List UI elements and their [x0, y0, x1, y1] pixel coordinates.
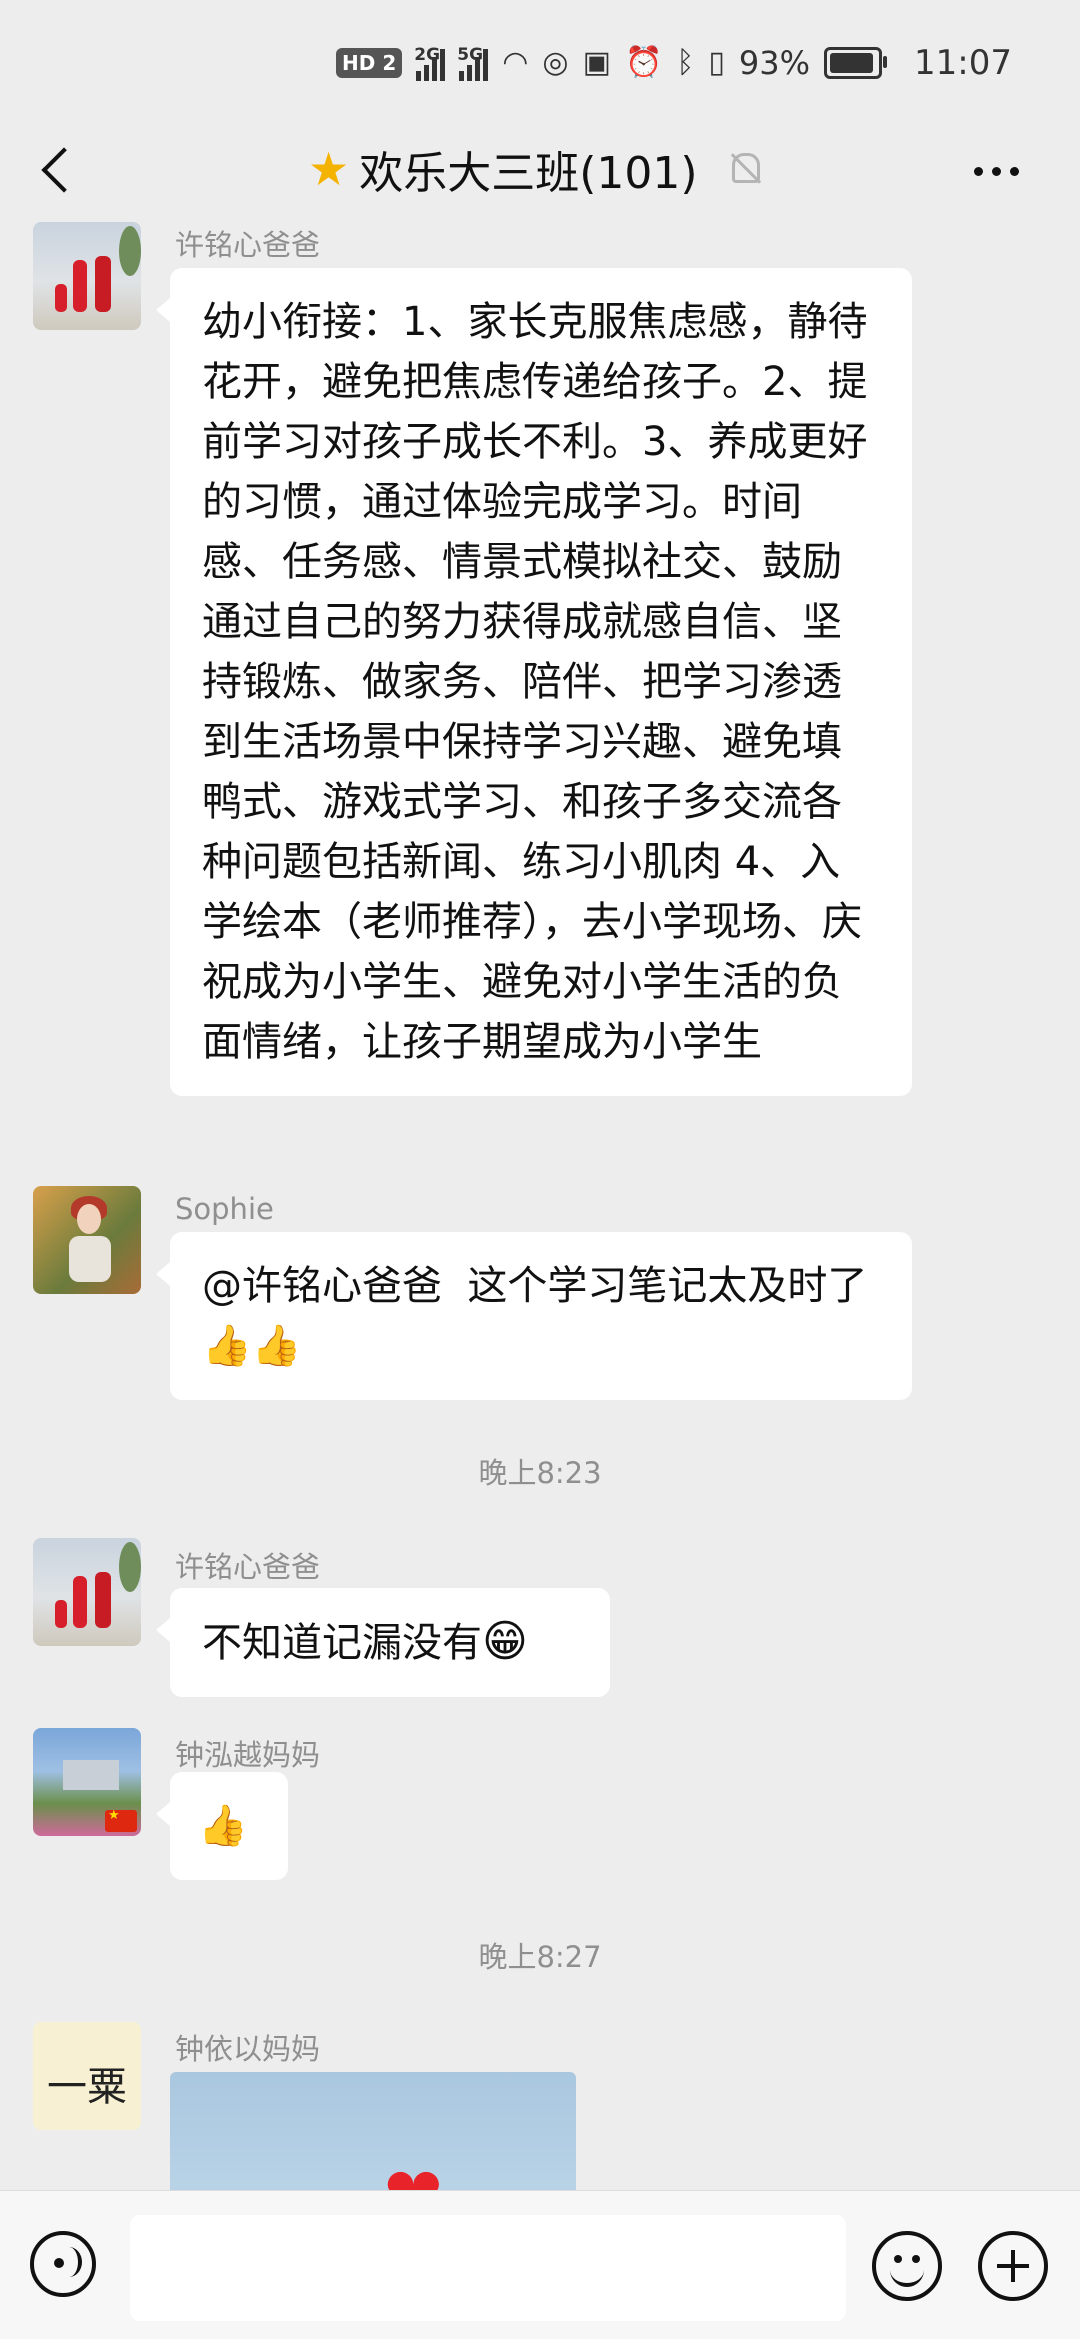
avatar-sunflower-photo[interactable]	[33, 1186, 141, 1294]
back-button[interactable]	[34, 142, 90, 198]
alarm-icon: ⏰	[624, 45, 663, 80]
vibrate-icon: ▯	[708, 45, 725, 80]
wifi-icon: ◠	[502, 45, 529, 80]
avatar-house-photo[interactable]	[33, 1728, 141, 1836]
avatar-calligraphy[interactable]: 一粟	[33, 2022, 141, 2130]
clock: 11:07	[913, 43, 1012, 83]
sender-name: 许铭心爸爸	[175, 1550, 321, 1584]
bluetooth-icon: ᛒ	[676, 45, 695, 80]
timestamp: 晚上8:27	[478, 1940, 602, 1974]
signal-2g-icon: 2G	[414, 45, 446, 81]
image-message[interactable]: ❤	[170, 2072, 576, 2192]
avatar-calligraphy-text: 一粟	[47, 2064, 127, 2110]
battery-fill	[829, 53, 873, 73]
message-text-content: @许铭心爸爸 这个学习笔记太及时了	[202, 1263, 868, 1309]
avatar-family-photo[interactable]	[33, 1538, 141, 1646]
mute-bell-icon	[726, 151, 762, 187]
signal-5g-label: 5G	[457, 45, 484, 65]
chat-title: 欢乐大三班(101)	[359, 148, 698, 199]
message-bubble[interactable]: 👍	[156, 1772, 288, 1880]
nfc-icon: ▣	[582, 45, 611, 80]
message-text: 👍	[170, 1772, 288, 1880]
message-bubble[interactable]: @许铭心爸爸 这个学习笔记太及时了 👍👍	[156, 1232, 912, 1400]
hd-badge: HD 2	[336, 48, 403, 78]
message-input[interactable]	[130, 2215, 846, 2321]
emoji-icon[interactable]	[872, 2231, 942, 2301]
chat-title-wrap: ★ 欢乐大三班(101)	[308, 136, 762, 202]
message-bubble[interactable]: 幼小衔接：1、家长克服焦虑感，静待花开，避免把焦虑传递给孩子。2、提前学习对孩子…	[156, 268, 912, 1096]
input-bar	[0, 2190, 1080, 2339]
status-bar: HD 2 2G 5G ◠ ◎ ▣ ⏰ ᛒ ▯ 93% 11:07	[0, 0, 1080, 120]
timestamp: 晚上8:23	[478, 1456, 602, 1490]
sender-name: 钟依以妈妈	[175, 2032, 321, 2066]
plus-icon[interactable]	[978, 2231, 1048, 2301]
hd-label: HD	[342, 51, 376, 75]
china-flag-icon	[105, 1808, 137, 1832]
heart-icon: ❤	[384, 2158, 443, 2192]
sender-name: 许铭心爸爸	[175, 228, 321, 262]
message-bubble[interactable]: 不知道记漏没有😁	[156, 1588, 610, 1697]
status-icons: HD 2 2G 5G ◠ ◎ ▣ ⏰ ᛒ ▯ 93% 11:07	[336, 40, 1012, 86]
thumbs-up-emoji: 👍	[198, 1803, 248, 1849]
sim-label: 2	[382, 51, 397, 75]
hotspot-icon: ◎	[542, 45, 569, 80]
thumbs-up-emoji: 👍👍	[202, 1323, 302, 1369]
message-text: 幼小衔接：1、家长克服焦虑感，静待花开，避免把焦虑传递给孩子。2、提前学习对孩子…	[202, 299, 868, 1065]
message-text-content: 不知道记漏没有	[202, 1620, 482, 1666]
battery-percent: 93%	[738, 44, 810, 82]
message-text: @许铭心爸爸 这个学习笔记太及时了 👍👍	[170, 1232, 912, 1400]
star-icon: ★	[308, 142, 350, 196]
signal-5g-icon: 5G	[457, 45, 489, 81]
chat-header: ★ 欢乐大三班(101)	[0, 120, 1080, 220]
signal-2g-label: 2G	[414, 45, 441, 65]
grin-emoji: 😁	[482, 1616, 528, 1667]
sender-name: 钟泓越妈妈	[175, 1738, 321, 1772]
sender-name: Sophie	[175, 1192, 274, 1226]
avatar-family-photo[interactable]	[33, 222, 141, 330]
voice-icon[interactable]	[30, 2231, 96, 2297]
more-options-button[interactable]	[974, 156, 1034, 186]
battery-icon	[823, 47, 887, 79]
message-text: 不知道记漏没有😁	[170, 1588, 610, 1697]
